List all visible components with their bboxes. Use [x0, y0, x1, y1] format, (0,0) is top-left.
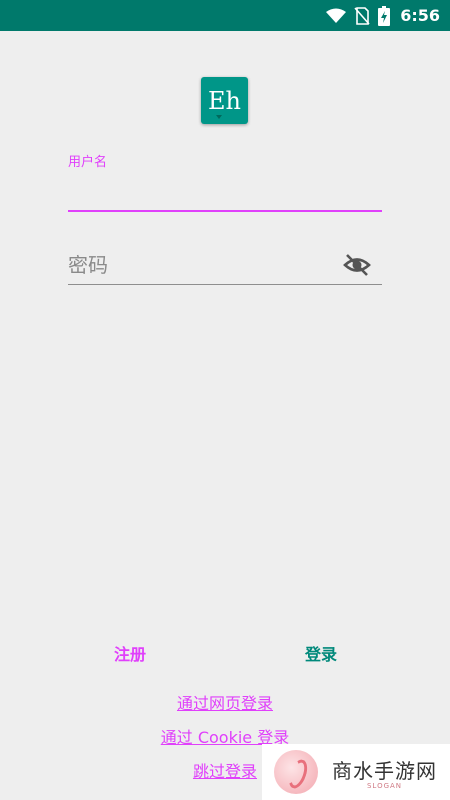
login-button[interactable]: 登录: [291, 640, 351, 670]
app-logo: Eh: [201, 77, 248, 124]
watermark-overlay: 商水手游网 SLOGAN: [262, 744, 450, 800]
app-logo-text: Eh: [208, 86, 241, 115]
watermark-title: 商水手游网: [332, 758, 437, 783]
watermark-logo-icon: [274, 750, 318, 794]
username-label: 用户名: [68, 155, 108, 170]
wifi-icon: [326, 8, 347, 23]
username-input[interactable]: [68, 172, 382, 212]
web-login-link[interactable]: 通过网页登录: [0, 690, 450, 714]
status-bar: 6:56: [0, 0, 450, 31]
battery-charging-icon: [378, 5, 391, 26]
register-button[interactable]: 注册: [100, 640, 160, 670]
password-underline: [68, 284, 382, 285]
watermark-subtitle: SLOGAN: [366, 781, 403, 790]
watermark-text: 商水手游网 SLOGAN: [332, 755, 437, 790]
visibility-off-icon[interactable]: [343, 251, 371, 279]
password-input[interactable]: [68, 247, 338, 283]
status-icons: 6:56: [326, 0, 440, 31]
logo-mark-icon: [216, 115, 222, 119]
status-time: 6:56: [400, 6, 440, 25]
no-sim-icon: [354, 6, 370, 25]
